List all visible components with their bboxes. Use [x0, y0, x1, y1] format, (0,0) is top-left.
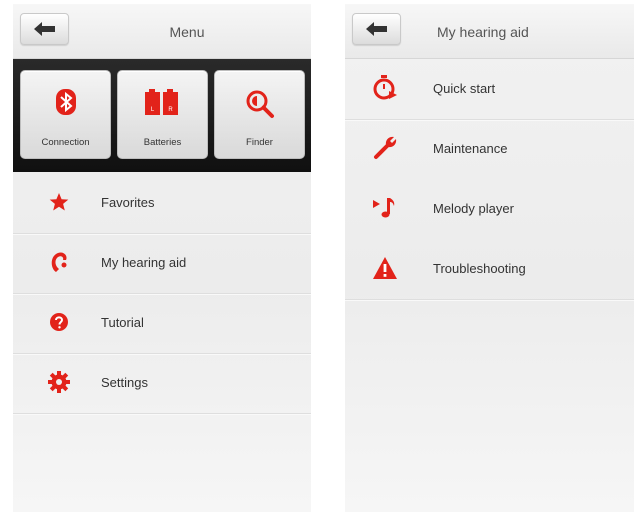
menu-screen: Menu Connection L R Batteries Finder Fav…	[13, 4, 311, 512]
menu-item-label: Melody player	[433, 201, 514, 216]
finder-icon	[246, 90, 274, 118]
tile-label-batteries: Batteries	[143, 137, 182, 148]
menu-item-label: My hearing aid	[101, 255, 187, 270]
menu-item-my-hearing-aid[interactable]: My hearing aid	[13, 233, 311, 294]
warning-icon	[373, 257, 397, 279]
top-bar: Menu	[13, 4, 311, 59]
page-title: Menu	[169, 24, 205, 40]
batteries-icon: L R	[144, 89, 178, 115]
music-note-icon	[373, 198, 395, 218]
menu-item-favorites[interactable]: Favorites	[13, 173, 311, 234]
back-arrow-icon	[33, 22, 55, 36]
help-icon	[50, 313, 68, 331]
top-bar: My hearing aid	[345, 4, 634, 59]
menu-item-maintenance[interactable]: Maintenance	[345, 119, 634, 179]
wrench-icon	[374, 136, 397, 159]
page-title: My hearing aid	[437, 24, 529, 40]
menu-item-label: Maintenance	[433, 141, 508, 156]
finder-tile[interactable]: Finder	[214, 70, 305, 159]
back-button[interactable]	[20, 13, 69, 45]
menu-item-quick-start[interactable]: Quick start	[345, 59, 634, 120]
menu-item-melody-player[interactable]: Melody player	[345, 179, 634, 239]
gear-icon	[48, 371, 70, 393]
menu-item-troubleshooting[interactable]: Troubleshooting	[345, 239, 634, 300]
bluetooth-icon	[55, 89, 76, 115]
back-arrow-icon	[365, 22, 387, 36]
svg-text:R: R	[168, 107, 173, 113]
menu-item-label: Favorites	[101, 195, 155, 210]
menu-item-label: Tutorial	[101, 315, 144, 330]
menu-item-label: Troubleshooting	[433, 261, 526, 276]
menu-item-label: Settings	[101, 375, 148, 390]
star-icon	[49, 193, 69, 211]
menu-item-tutorial[interactable]: Tutorial	[13, 293, 311, 354]
stopwatch-icon	[373, 75, 397, 100]
menu-item-settings[interactable]: Settings	[13, 353, 311, 414]
screen-gap	[311, 0, 345, 512]
tile-label-connection: Connection	[41, 137, 90, 148]
back-button[interactable]	[352, 13, 401, 45]
connection-tile[interactable]: Connection	[20, 70, 111, 159]
menu-item-label: Quick start	[433, 81, 496, 96]
tile-label-finder: Finder	[246, 137, 273, 148]
hearing-aid-icon	[51, 252, 67, 272]
quick-tiles: Connection L R Batteries Finder	[13, 59, 311, 172]
batteries-tile[interactable]: L R Batteries	[117, 70, 208, 159]
my-hearing-aid-screen: My hearing aid Quick start Maintenance M…	[345, 4, 634, 512]
